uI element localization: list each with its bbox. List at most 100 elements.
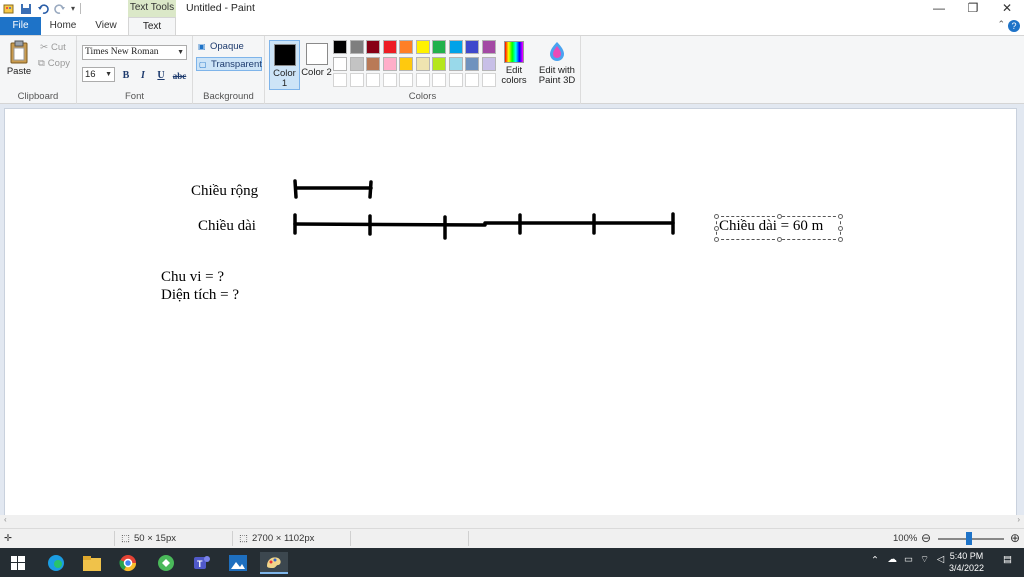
colors-group-label: Colors — [408, 91, 437, 102]
paste-button[interactable]: Paste — [5, 40, 33, 80]
palette-color-swatch[interactable] — [481, 56, 496, 71]
clock[interactable]: 5:40 PM 3/4/2022 — [949, 550, 984, 574]
network-icon[interactable]: ⌔ — [920, 554, 929, 565]
text-input-box[interactable]: Chiều dài = 60 m — [714, 214, 843, 242]
resize-handle[interactable] — [714, 237, 719, 242]
close-button[interactable]: ✕ — [990, 0, 1024, 17]
copy-button[interactable]: ⧉ Copy — [38, 58, 70, 69]
zoom-in-icon[interactable]: ⊕ — [1010, 531, 1020, 545]
palette-color-swatch[interactable] — [333, 73, 347, 87]
clock-time: 5:40 PM — [949, 551, 984, 561]
customize-quick-access-icon[interactable]: ▾ — [71, 4, 75, 13]
scroll-left-icon[interactable]: ‹ — [4, 515, 7, 524]
palette-color-swatch[interactable] — [382, 40, 397, 54]
resize-handle[interactable] — [714, 226, 719, 231]
palette-color-swatch[interactable] — [465, 40, 479, 54]
teams-icon[interactable]: T — [188, 552, 216, 574]
resize-handle[interactable] — [838, 214, 843, 219]
palette-color-swatch[interactable] — [399, 56, 413, 71]
palette-color-swatch[interactable] — [465, 73, 479, 87]
color1-label: Color 1 — [273, 68, 296, 89]
volume-icon[interactable]: ◁ — [937, 554, 944, 565]
restore-button[interactable]: ❐ — [956, 0, 990, 17]
zalo-icon[interactable] — [152, 552, 180, 574]
palette-color-swatch[interactable] — [349, 73, 364, 87]
chrome-icon[interactable] — [114, 552, 142, 574]
monitor-icon[interactable]: ▭ — [904, 554, 913, 565]
segment-drawings — [293, 179, 675, 240]
bold-button[interactable]: B — [119, 69, 133, 83]
save-icon[interactable] — [20, 3, 32, 15]
palette-color-swatch[interactable] — [448, 56, 463, 71]
palette-color-swatch[interactable] — [349, 40, 364, 54]
tab-view[interactable]: View — [86, 17, 126, 35]
photos-icon[interactable] — [224, 552, 252, 574]
palette-color-swatch[interactable] — [349, 56, 364, 71]
minimize-button[interactable]: — — [922, 0, 956, 17]
paint-taskbar-icon[interactable] — [260, 552, 288, 574]
file-explorer-icon[interactable] — [78, 552, 106, 574]
help-icon[interactable]: ? — [1008, 20, 1020, 32]
resize-handle[interactable] — [714, 214, 719, 219]
collapse-ribbon-icon[interactable]: ⌃ — [997, 19, 1005, 30]
strikethrough-button[interactable]: abc — [171, 69, 188, 83]
palette-color-swatch[interactable] — [333, 40, 347, 54]
transparent-button[interactable]: ▢ Transparent — [196, 57, 262, 71]
palette-color-swatch[interactable] — [382, 73, 397, 87]
palette-color-swatch[interactable] — [382, 56, 397, 71]
zoom-slider-thumb[interactable] — [966, 532, 972, 545]
undo-icon[interactable] — [37, 3, 49, 15]
palette-color-swatch[interactable] — [448, 40, 463, 54]
palette-color-swatch[interactable] — [432, 73, 446, 87]
resize-handle[interactable] — [838, 237, 843, 242]
resize-handle[interactable] — [777, 237, 782, 242]
start-button[interactable] — [4, 552, 32, 574]
tab-text[interactable]: Text — [128, 17, 176, 35]
resize-handle[interactable] — [777, 214, 782, 219]
drawing-canvas[interactable]: Chiều rộng Chiều dài Chu vi = ? Diện tíc… — [4, 108, 1017, 518]
paint3d-icon — [547, 41, 567, 63]
palette-color-swatch[interactable] — [415, 73, 430, 87]
scroll-right-icon[interactable]: › — [1017, 515, 1020, 524]
color1-button[interactable]: Color 1 — [269, 40, 300, 90]
palette-color-swatch[interactable] — [333, 56, 347, 71]
palette-color-swatch[interactable] — [399, 73, 413, 87]
palette-color-swatch[interactable] — [415, 40, 430, 54]
redo-icon[interactable] — [54, 3, 66, 15]
palette-color-swatch[interactable] — [399, 40, 413, 54]
palette-color-swatch[interactable] — [481, 73, 496, 87]
font-size-dropdown[interactable]: 16 ▼ — [82, 67, 115, 82]
tab-home[interactable]: Home — [43, 17, 83, 35]
palette-color-swatch[interactable] — [481, 40, 496, 54]
palette-color-swatch[interactable] — [366, 40, 380, 54]
zoom-level: 100% — [893, 533, 918, 544]
cut-button[interactable]: ✂ Cut — [40, 42, 66, 53]
palette-color-swatch[interactable] — [366, 56, 380, 71]
ribbon: Paste ✂ Cut ⧉ Copy Clipboard Font Times … — [0, 35, 1024, 104]
italic-button[interactable]: I — [136, 69, 150, 83]
palette-color-swatch[interactable] — [432, 40, 446, 54]
paint3d-label: Edit with Paint 3D — [538, 65, 576, 86]
resize-handle[interactable] — [838, 226, 843, 231]
opaque-button[interactable]: ▣ Opaque — [196, 40, 262, 54]
palette-color-swatch[interactable] — [415, 56, 430, 71]
edit-colors-button[interactable]: Edit colors — [501, 40, 527, 90]
edge-icon[interactable] — [42, 552, 70, 574]
palette-color-swatch[interactable] — [448, 73, 463, 87]
edit-with-paint3d-button[interactable]: Edit with Paint 3D — [538, 40, 576, 90]
palette-color-swatch[interactable] — [366, 73, 380, 87]
notifications-icon[interactable]: ▤ — [1003, 554, 1012, 565]
paste-label: Paste — [6, 66, 32, 77]
quick-access-toolbar: ▾ — [3, 1, 82, 16]
onedrive-icon[interactable]: ☁ — [888, 554, 898, 565]
zoom-out-icon[interactable]: ⊖ — [921, 531, 931, 545]
palette-color-swatch[interactable] — [465, 56, 479, 71]
color2-button[interactable]: Color 2 — [301, 40, 332, 90]
font-family-dropdown[interactable]: Times New Roman ▼ — [82, 45, 187, 60]
underline-button[interactable]: U — [154, 69, 168, 83]
horizontal-scrollbar[interactable]: ‹ › — [0, 515, 1024, 528]
font-group-label: Font — [124, 91, 144, 102]
palette-color-swatch[interactable] — [432, 56, 446, 71]
tab-file[interactable]: File — [0, 17, 41, 35]
chevron-up-icon[interactable]: ⌃ — [871, 555, 879, 566]
